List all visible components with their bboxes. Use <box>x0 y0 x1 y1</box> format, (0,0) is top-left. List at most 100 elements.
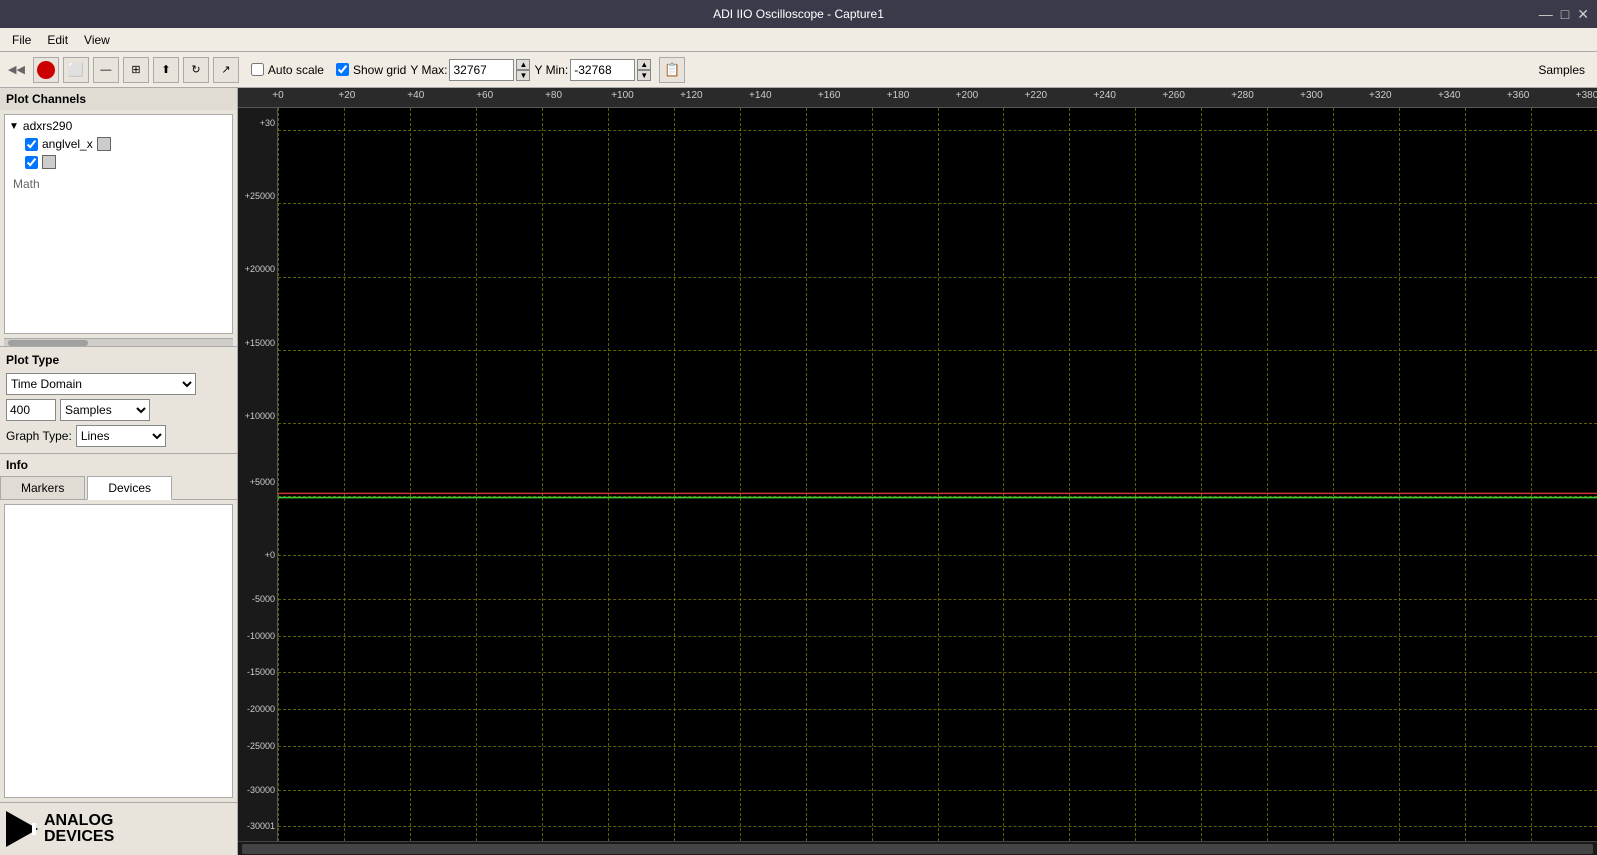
x-tick-5: +100 <box>611 90 634 101</box>
window-controls[interactable]: — □ ✕ <box>1539 6 1589 23</box>
menu-file[interactable]: File <box>4 31 39 49</box>
plot-area: +0+20+40+60+80+100+120+140+160+180+200+2… <box>238 88 1597 855</box>
zoom-button[interactable]: ↗ <box>213 57 239 83</box>
x-tick-13: +260 <box>1162 90 1185 101</box>
settings-button[interactable]: ⊞ <box>123 57 149 83</box>
ymin-up[interactable]: ▲ <box>637 59 651 70</box>
copy2-button[interactable]: 📋 <box>659 57 685 83</box>
ymax-down[interactable]: ▼ <box>516 70 530 81</box>
menu-bar: File Edit View <box>0 28 1597 52</box>
samples-row: Samples Seconds <box>6 399 231 421</box>
info-title: Info <box>0 454 237 476</box>
logo-bar <box>32 823 36 835</box>
x-tick-14: +280 <box>1231 90 1254 101</box>
canvas-area[interactable] <box>278 108 1597 841</box>
export-button[interactable]: ⬆ <box>153 57 179 83</box>
plot-type-section: Plot Type Time Domain Samples Seconds Gr… <box>0 347 237 454</box>
tab-markers[interactable]: Markers <box>0 476 85 499</box>
menu-view[interactable]: View <box>76 31 118 49</box>
y-tick-11: -25000 <box>247 741 275 751</box>
minimize-button[interactable]: — <box>1539 6 1553 23</box>
y-axis: +30+25000+20000+15000+10000+5000+0-5000-… <box>238 108 278 841</box>
channel-item-2 <box>9 153 228 171</box>
y-tick-13: -30001 <box>247 821 275 831</box>
y-tick-8: -10000 <box>247 631 275 641</box>
v-grid-line-2 <box>410 108 411 841</box>
ymax-input[interactable] <box>449 59 514 81</box>
showgrid-label: Show grid <box>353 63 406 77</box>
channels-hscrollbar[interactable] <box>4 338 233 346</box>
tab-devices[interactable]: Devices <box>87 476 172 500</box>
minus-button[interactable]: — <box>93 57 119 83</box>
v-grid-line-12 <box>1069 108 1070 841</box>
copy-button[interactable]: ⬜ <box>63 57 89 83</box>
math-label: Math <box>5 173 232 195</box>
v-grid-line-18 <box>1465 108 1466 841</box>
showgrid-group: Show grid <box>336 63 406 77</box>
ymax-label: Y Max: <box>410 63 447 77</box>
record-button[interactable] <box>33 57 59 83</box>
ymax-group: Y Max: ▲ ▼ <box>410 59 530 81</box>
device-name: adxrs290 <box>23 119 72 133</box>
v-grid-line-8 <box>806 108 807 841</box>
v-grid-line-4 <box>542 108 543 841</box>
record-icon <box>37 61 55 79</box>
y-tick-6: +0 <box>265 550 275 560</box>
logo-line1: ANALOG <box>44 813 114 829</box>
ymin-input[interactable] <box>570 59 635 81</box>
x-tick-16: +320 <box>1369 90 1392 101</box>
channel-color-anglvel-x[interactable] <box>97 137 111 151</box>
ymin-down[interactable]: ▼ <box>637 70 651 81</box>
device-expand-icon[interactable]: ▼ <box>9 121 19 132</box>
channel-checkbox-2[interactable] <box>25 156 38 169</box>
autoscale-checkbox[interactable] <box>251 63 264 76</box>
ymin-spinner[interactable]: ▲ ▼ <box>637 59 651 81</box>
y-tick-4: +10000 <box>245 411 275 421</box>
v-grid-line-1 <box>344 108 345 841</box>
menu-edit[interactable]: Edit <box>39 31 76 49</box>
x-tick-17: +340 <box>1438 90 1461 101</box>
y-tick-7: -5000 <box>252 594 275 604</box>
toolbar-skip-icon: ◀◀ <box>4 63 29 76</box>
plot-type-title: Plot Type <box>6 353 231 367</box>
x-tick-4: +80 <box>545 90 562 101</box>
title-text: ADI IIO Oscilloscope - Capture1 <box>713 7 884 21</box>
logo-area: ANALOG DEVICES <box>0 802 237 855</box>
v-grid-line-14 <box>1201 108 1202 841</box>
ymax-spinner[interactable]: ▲ ▼ <box>516 59 530 81</box>
info-content[interactable] <box>4 504 233 798</box>
x-tick-10: +200 <box>956 90 979 101</box>
plot-channels-title: Plot Channels <box>0 88 237 110</box>
x-tick-1: +20 <box>338 90 355 101</box>
logo-text: ANALOG DEVICES <box>44 813 114 845</box>
maximize-button[interactable]: □ <box>1561 6 1569 23</box>
x-tick-6: +120 <box>680 90 703 101</box>
x-tick-8: +160 <box>818 90 841 101</box>
h-scrollbar[interactable] <box>238 841 1597 855</box>
plot-type-select[interactable]: Time Domain <box>6 373 196 395</box>
refresh-button[interactable]: ↻ <box>183 57 209 83</box>
logo-line2: DEVICES <box>44 829 114 845</box>
close-button[interactable]: ✕ <box>1577 6 1589 23</box>
v-grid-line-17 <box>1399 108 1400 841</box>
x-tick-15: +300 <box>1300 90 1323 101</box>
channel-color-2[interactable] <box>42 155 56 169</box>
plot-inner: +30+25000+20000+15000+10000+5000+0-5000-… <box>238 108 1597 841</box>
ymin-group: Y Min: ▲ ▼ <box>534 59 651 81</box>
plot-channels-section: Plot Channels ▼ adxrs290 anglvel_x <box>0 88 237 347</box>
samples-unit-select[interactable]: Samples Seconds <box>60 399 150 421</box>
channels-list[interactable]: ▼ adxrs290 anglvel_x Math <box>4 114 233 334</box>
v-grid-line-15 <box>1267 108 1268 841</box>
ymax-up[interactable]: ▲ <box>516 59 530 70</box>
x-tick-7: +140 <box>749 90 772 101</box>
v-grid-line-5 <box>608 108 609 841</box>
toolbar: ◀◀ ⬜ — ⊞ ⬆ ↻ ↗ Auto scale Show grid Y Ma… <box>0 52 1597 88</box>
x-tick-18: +360 <box>1507 90 1530 101</box>
graph-type-select[interactable]: Lines Dots Steps <box>76 425 166 447</box>
y-tick-0: +30 <box>260 118 275 128</box>
ymin-label: Y Min: <box>534 63 568 77</box>
channel-checkbox-anglvel-x[interactable] <box>25 138 38 151</box>
v-grid-line-19 <box>1531 108 1532 841</box>
showgrid-checkbox[interactable] <box>336 63 349 76</box>
samples-count-input[interactable] <box>6 399 56 421</box>
